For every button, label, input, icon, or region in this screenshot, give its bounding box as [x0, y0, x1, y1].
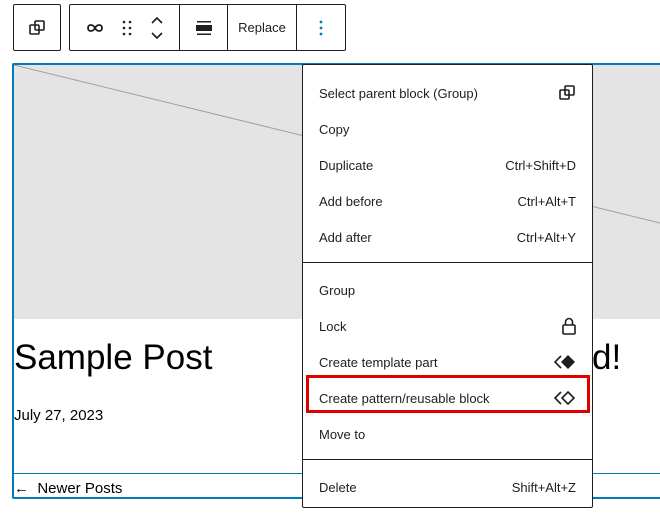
block-toolbar: Replace: [69, 4, 346, 51]
newer-posts-link[interactable]: ← Newer Posts: [14, 480, 122, 497]
move-up-down-icon[interactable]: [150, 15, 164, 41]
select-parent-icon: [29, 19, 45, 35]
highlight-box: [306, 375, 590, 413]
block-options-menu: Select parent block (Group) Copy Duplica…: [302, 64, 593, 508]
align-button[interactable]: [180, 5, 228, 50]
shortcut: Ctrl+Alt+Y: [516, 229, 576, 245]
shortcut: Ctrl+Alt+T: [517, 193, 576, 209]
menu-item-move-to[interactable]: Move to: [303, 416, 592, 452]
menu-item-lock[interactable]: Lock: [303, 308, 592, 344]
menu-item-group[interactable]: Group: [303, 272, 592, 308]
link-icon[interactable]: [85, 21, 105, 35]
menu-item-label: Create template part: [319, 354, 438, 370]
shortcut: Ctrl+Shift+D: [505, 157, 576, 173]
menu-item-label: Group: [319, 282, 356, 298]
menu-item-label: Add after: [319, 229, 372, 245]
more-vertical-icon: [319, 20, 323, 35]
menu-item-add-after[interactable]: Add after Ctrl+Alt+Y: [303, 219, 592, 255]
options-button[interactable]: [297, 5, 345, 50]
menu-item-duplicate[interactable]: Duplicate Ctrl+Shift+D: [303, 147, 592, 183]
drag-handle-icon[interactable]: [122, 20, 132, 36]
post-title-partial[interactable]: d!: [592, 338, 621, 378]
menu-divider: [303, 262, 592, 263]
post-title[interactable]: Sample Post: [14, 338, 212, 378]
parent-toolbar: [13, 4, 61, 51]
lock-icon: [562, 317, 576, 335]
menu-item-label: Add before: [319, 193, 383, 209]
menu-item-copy[interactable]: Copy: [303, 111, 592, 147]
align-center-icon: [195, 20, 212, 35]
menu-item-label: Duplicate: [319, 157, 374, 173]
shortcut: Shift+Alt+Z: [511, 479, 576, 495]
menu-item-delete[interactable]: Delete Shift+Alt+Z: [303, 469, 592, 505]
select-parent-button[interactable]: [14, 5, 60, 50]
menu-item-label: Copy: [319, 121, 350, 137]
select-parent-icon: [559, 85, 575, 100]
menu-item-label: Select parent block (Group): [319, 85, 478, 101]
post-date: July 27, 2023: [14, 407, 104, 424]
menu-divider: [303, 459, 592, 460]
menu-item-label: Delete: [319, 479, 357, 495]
template-part-icon: [554, 355, 575, 369]
replace-button[interactable]: Replace: [228, 5, 297, 50]
menu-item-label: Lock: [319, 318, 347, 334]
menu-item-add-before[interactable]: Add before Ctrl+Alt+T: [303, 183, 592, 219]
menu-item-select-parent[interactable]: Select parent block (Group): [303, 75, 592, 111]
menu-item-label: Move to: [319, 426, 366, 442]
